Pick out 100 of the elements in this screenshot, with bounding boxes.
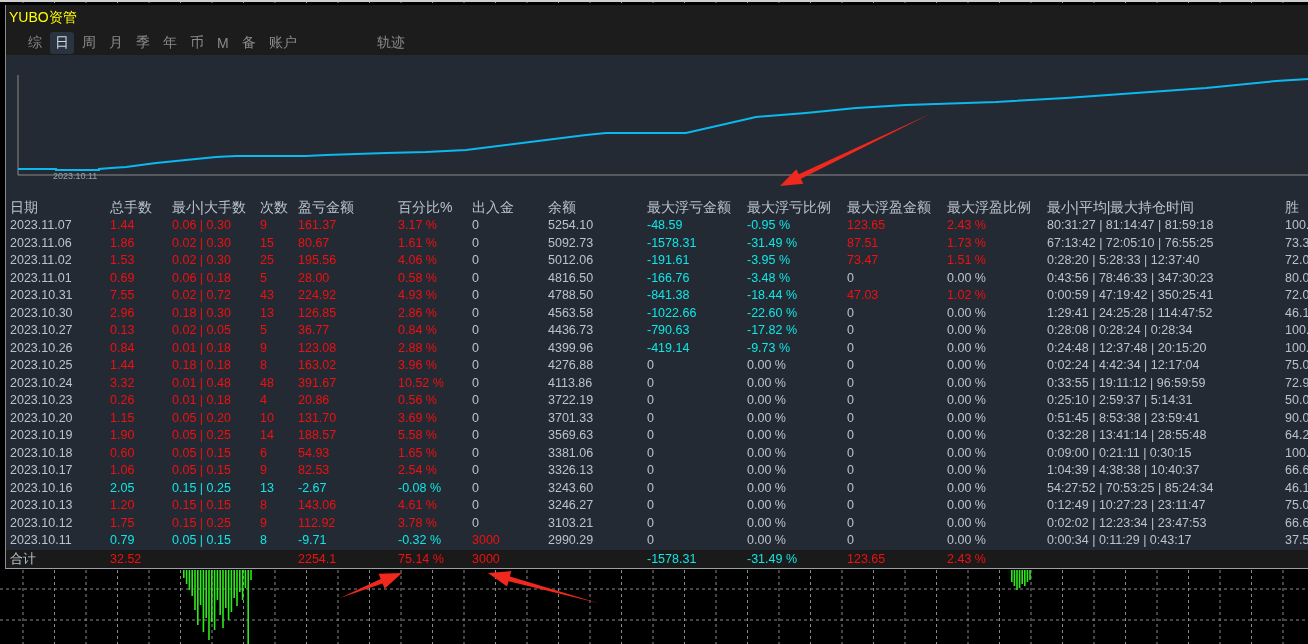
table-cell-text: 2.05 [110, 479, 136, 497]
table-cell-text: -3.95 % [747, 252, 792, 269]
table-cell-text: 4788.50 [548, 287, 595, 304]
tab[interactable]: 周 [77, 31, 101, 54]
table-cell-text: -841.38 [647, 287, 691, 304]
table-cell-text: 0:25:10 | 2:59:37 | 5:14:31 [1047, 392, 1194, 409]
table-cell-text: 1.75 [110, 514, 136, 532]
table-cell-text: 0.69 [110, 269, 136, 287]
table-cell-text: 0.00 % [747, 427, 787, 444]
table-cell-text: 3.69 % [398, 409, 438, 427]
column-header: 最小|平均|最大持仓时间 [1047, 198, 1196, 217]
table-cell-text: 0:09:00 | 0:21:11 | 0:30:15 [1047, 444, 1193, 462]
table-cell-text: 0 [472, 304, 480, 322]
table-cell-text: 0.00 % [947, 304, 987, 322]
table-cell-text: 0 [472, 357, 480, 374]
table-cell-text: 0.00 % [947, 392, 987, 409]
tab[interactable]: 综 [23, 31, 47, 54]
table-cell-text: 0.56 % [398, 392, 438, 409]
table-cell-text: 80:31:27 | 81:14:47 | 81:59:18 [1047, 217, 1215, 234]
table-cell-text: 1.44 [110, 217, 136, 234]
tab[interactable]: 月 [104, 31, 128, 54]
table-cell-text: 0.00 % [947, 357, 987, 374]
table-cell-text: -0.95 % [747, 217, 792, 234]
table-cell-text: 0.15 | 0.15 [172, 497, 232, 514]
table-cell-text: 32.52 [110, 550, 143, 568]
tab[interactable]: 账户 [263, 31, 302, 54]
table-cell-text: 87.51 [847, 234, 880, 252]
table-cell-text: 0.15 | 0.25 [172, 479, 232, 497]
tab[interactable]: 轨迹 [371, 31, 410, 54]
tab[interactable]: 季 [131, 31, 155, 54]
table-cell-text: -48.59 [647, 217, 684, 234]
table-cell: 66.6 [1285, 514, 1308, 532]
table-cell-text: 123.08 [298, 339, 338, 357]
column-header: 日期 [10, 198, 39, 217]
table-cell-text: 0:02:24 | 4:42:34 | 12:17:04 [1047, 357, 1201, 374]
table-cell-text: 131.70 [298, 409, 338, 427]
date-cell-text: 2023.10.18 [10, 444, 74, 462]
tab[interactable]: 日 [50, 31, 74, 54]
table-cell-text: 64.2 [1285, 427, 1308, 444]
table-cell-text: 0 [472, 322, 480, 339]
table-cell-text: 0 [472, 287, 480, 304]
table-cell-text: 0:12:49 | 10:27:23 | 23:11:47 [1047, 497, 1207, 514]
tab[interactable]: 币 [185, 31, 209, 54]
tab[interactable]: 备 [236, 31, 261, 54]
table-cell-text: 0 [472, 252, 480, 269]
table-cell-text: 3103.21 [548, 514, 595, 532]
table-cell-text: 0:00:59 | 47:19:42 | 350:25:41 [1047, 287, 1215, 304]
date-cell-text: 2023.10.26 [10, 339, 74, 357]
table-cell-text: 2.43 % [947, 217, 987, 234]
table-cell-text: 0.00 % [747, 514, 787, 532]
table-cell-text: 3569.63 [548, 427, 595, 444]
table-cell-text: 391.67 [298, 374, 338, 392]
table-cell-text: 4436.73 [548, 322, 595, 339]
table-cell-text: 3.96 % [398, 357, 438, 374]
table-cell-text: 0 [847, 497, 855, 514]
column-header: 盈亏金额 [298, 198, 355, 217]
table-cell-text: 0 [847, 322, 855, 339]
table-cell-text: 0.00 % [947, 409, 987, 427]
table-cell-text: 0 [847, 269, 855, 287]
table-cell: 46.1 [1285, 479, 1308, 497]
table-cell-text: 123.65 [847, 550, 887, 568]
table-cell-text: 0 [847, 462, 855, 479]
tab[interactable]: M [212, 32, 234, 53]
table-cell-text: 0.00 % [947, 532, 987, 549]
table-cell-text: 1.73 % [947, 234, 987, 252]
table-cell-text: 0.00 % [947, 269, 987, 287]
table-cell-text: 5 [260, 269, 268, 287]
table-cell-text: 0.00 % [947, 339, 987, 357]
table-cell-text: 9 [260, 514, 268, 532]
table-cell-text: 3246.27 [548, 497, 595, 514]
total-label: 合计 [10, 550, 37, 568]
table-cell-text: 4276.88 [548, 357, 595, 374]
table-cell-text: 0.00 % [947, 374, 987, 392]
table-cell-text: 0.00 % [747, 462, 787, 479]
table-cell-text: 0.05 | 0.15 [172, 444, 232, 462]
tab[interactable]: 年 [158, 31, 182, 54]
date-cell-text: 2023.10.30 [10, 304, 74, 322]
table-cell-text: -1578.31 [647, 234, 698, 252]
table-cell-text: 0.00 % [947, 479, 987, 497]
table-cell-text: 1.65 % [398, 444, 438, 462]
table-cell-text: 0.00 % [947, 462, 987, 479]
table-cell-text: 2.86 % [398, 304, 438, 322]
table-cell-text: 0 [647, 497, 655, 514]
column-header: 最小|大手数 [172, 198, 247, 217]
table-cell-text: 37.5 [1285, 532, 1308, 549]
table-cell-text: 0 [472, 479, 480, 497]
table-cell-text: 100. [1285, 217, 1308, 234]
table-cell-text: 43 [260, 287, 275, 304]
table-cell-text: 0.26 [110, 392, 136, 409]
table-cell-text: 75.0 [1285, 497, 1308, 514]
table-cell-text: 3326.13 [548, 462, 595, 479]
table-cell-text: 188.57 [298, 427, 338, 444]
table-cell-text: 0 [647, 409, 655, 427]
table-cell-text: 0.79 [110, 532, 136, 549]
table-cell-text: 2.96 [110, 304, 136, 322]
table-cell-text: 10 [260, 409, 275, 427]
table-cell-text: 0.00 % [747, 409, 787, 427]
table-cell-text: 3.78 % [398, 514, 438, 532]
table-cell-text: 0.15 | 0.25 [172, 514, 232, 532]
table-cell-text: 4816.50 [548, 269, 595, 287]
